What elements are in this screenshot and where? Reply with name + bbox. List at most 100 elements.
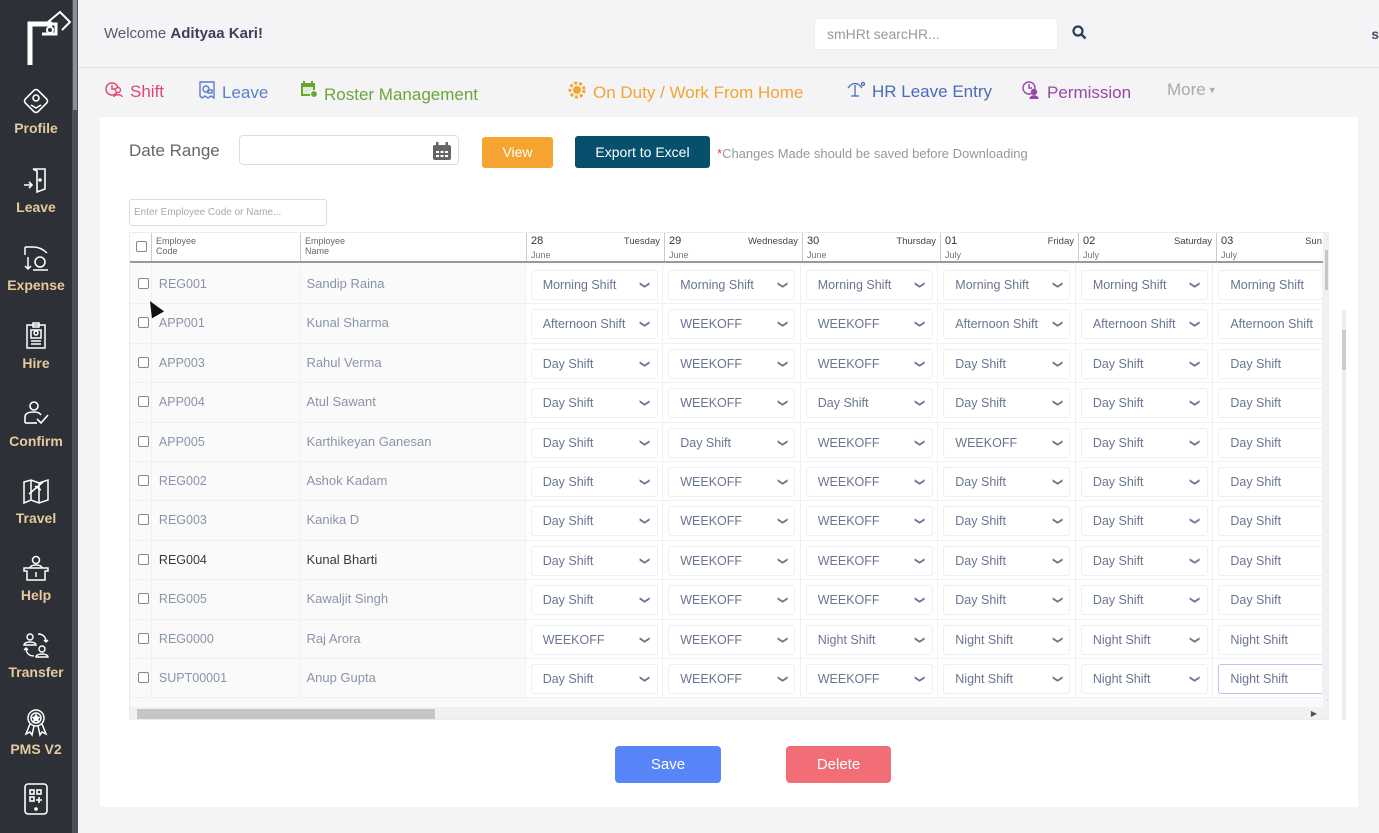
shift-select[interactable]: WEEKOFF ❯ — [805, 466, 933, 497]
shift-select[interactable]: Morning Shift ❯ — [943, 270, 1071, 300]
shift-select[interactable]: Day Shift ❯ — [943, 506, 1071, 537]
scroll-right-arrow-icon[interactable]: ▶ — [1311, 709, 1317, 718]
app-logo[interactable] — [22, 10, 72, 68]
tab-hr-leave-entry[interactable]: HR Leave Entry — [846, 80, 992, 103]
shift-select[interactable]: WEEKOFF ❯ — [668, 585, 796, 616]
shift-select[interactable]: WEEKOFF ❯ — [668, 506, 796, 537]
shift-select[interactable]: Night Shift — [1218, 663, 1322, 694]
shift-select[interactable]: WEEKOFF ❯ — [805, 427, 933, 458]
employee-search-input[interactable]: Enter Employee Code or Name... — [129, 199, 327, 226]
shift-select[interactable]: Day Shift ❯ — [943, 348, 1071, 379]
sidebar-item-expense[interactable]: Expense — [0, 243, 72, 293]
shift-select[interactable]: Day Shift ❯ — [530, 348, 658, 379]
shift-select[interactable]: WEEKOFF ❯ — [530, 624, 658, 655]
select-all-checkbox[interactable] — [136, 241, 147, 252]
sidebar-item-leave[interactable]: Leave — [0, 165, 72, 215]
shift-select[interactable]: Afternoon Shift ❯ — [530, 309, 658, 340]
shift-select[interactable]: WEEKOFF ❯ — [805, 309, 933, 340]
row-checkbox[interactable] — [138, 396, 149, 408]
shift-select[interactable]: WEEKOFF ❯ — [805, 545, 933, 576]
shift-select[interactable]: WEEKOFF ❯ — [805, 506, 933, 537]
search-icon[interactable] — [1072, 25, 1087, 45]
shift-select[interactable]: Day Shift ❯ — [530, 388, 658, 419]
shift-select[interactable]: WEEKOFF ❯ — [668, 309, 796, 340]
sidebar-item-transfer[interactable]: Transfer — [0, 630, 72, 680]
shift-select[interactable]: Day Shift ❯ — [943, 466, 1071, 497]
shift-select[interactable]: Day Shift ❯ — [530, 663, 658, 694]
sidebar-item-calculator[interactable] — [0, 782, 72, 820]
scroll-down-arrow-icon[interactable]: ▼ — [1326, 698, 1328, 705]
tab-leave[interactable]: Leave — [198, 80, 268, 105]
shift-select[interactable]: Day Shift ❯ — [1080, 466, 1208, 497]
shift-select[interactable]: WEEKOFF ❯ — [805, 663, 933, 694]
shift-select[interactable]: Morning Shift ❯ — [668, 270, 796, 300]
user-menu[interactable]: s — [1371, 26, 1379, 42]
export-to-excel-button[interactable]: Export to Excel — [575, 136, 710, 168]
sidebar-item-hire[interactable]: Hire — [0, 321, 72, 371]
shift-select[interactable]: Day Shift — [1218, 466, 1322, 497]
date-range-input[interactable] — [239, 135, 459, 165]
shift-select[interactable]: Day Shift — [1218, 388, 1322, 419]
shift-select[interactable]: Day Shift ❯ — [1080, 545, 1208, 576]
global-search-input[interactable]: smHRt searcHR... — [814, 18, 1058, 50]
shift-select[interactable]: Day Shift ❯ — [1080, 388, 1208, 419]
scroll-up-arrow-icon[interactable]: ▲ — [1326, 235, 1328, 242]
shift-select[interactable]: Afternoon Shift ❯ — [943, 309, 1071, 340]
header-employee-name[interactable]: Employee Name — [301, 233, 527, 261]
shift-select[interactable]: Day Shift ❯ — [1080, 585, 1208, 616]
grid-vertical-scrollbar[interactable]: ▲ ▼ — [1323, 233, 1328, 707]
row-checkbox[interactable] — [138, 317, 149, 329]
shift-select[interactable]: Day Shift — [1218, 506, 1322, 537]
shift-select[interactable]: Day Shift ❯ — [943, 388, 1071, 419]
shift-select[interactable]: Day Shift ❯ — [805, 388, 933, 419]
shift-select[interactable]: Day Shift — [1218, 348, 1322, 379]
shift-select[interactable]: Night Shift ❯ — [943, 663, 1071, 694]
shift-select[interactable]: Day Shift ❯ — [943, 585, 1071, 616]
shift-select[interactable]: WEEKOFF ❯ — [805, 585, 933, 616]
shift-select[interactable]: WEEKOFF ❯ — [668, 663, 796, 694]
shift-select[interactable]: Morning Shift ❯ — [530, 270, 658, 300]
grid-horizontal-scrollbar[interactable]: ▶ — [130, 707, 1328, 719]
row-checkbox[interactable] — [138, 474, 149, 486]
shift-select[interactable]: Day Shift ❯ — [530, 466, 658, 497]
shift-select[interactable]: Morning Shift ❯ — [805, 270, 933, 300]
sidebar-item-confirm[interactable]: Confirm — [0, 399, 72, 449]
grid-horizontal-scroll-thumb[interactable] — [137, 709, 435, 719]
row-checkbox[interactable] — [138, 632, 149, 644]
shift-select[interactable]: Night Shift ❯ — [1080, 624, 1208, 655]
sidebar-scrollbar[interactable] — [72, 0, 78, 833]
shift-select[interactable]: Day Shift — [1218, 585, 1322, 616]
shift-select[interactable]: WEEKOFF ❯ — [668, 466, 796, 497]
sidebar-item-pms-v2[interactable]: PMS V2 — [0, 707, 72, 757]
sidebar-item-travel[interactable]: Travel — [0, 476, 72, 526]
row-checkbox[interactable] — [138, 356, 149, 368]
shift-select[interactable]: Day Shift ❯ — [530, 427, 658, 458]
shift-select[interactable]: Night Shift ❯ — [805, 624, 933, 655]
tab-on-duty-wfh[interactable]: On Duty / Work From Home — [567, 80, 803, 105]
shift-select[interactable]: Day Shift ❯ — [1080, 506, 1208, 537]
shift-select[interactable]: WEEKOFF ❯ — [668, 388, 796, 419]
shift-select[interactable]: Afternoon Shift ❯ — [1080, 309, 1208, 340]
shift-select[interactable]: WEEKOFF ❯ — [668, 624, 796, 655]
shift-select[interactable]: WEEKOFF ❯ — [668, 348, 796, 379]
tab-permission[interactable]: Permission — [1021, 80, 1131, 105]
shift-select[interactable]: WEEKOFF ❯ — [943, 427, 1071, 458]
shift-select[interactable]: Day Shift ❯ — [530, 585, 658, 616]
header-employee-code[interactable]: Employee Code — [152, 233, 301, 261]
row-checkbox[interactable] — [138, 514, 149, 526]
grid-vertical-scroll-thumb[interactable] — [1325, 250, 1328, 290]
shift-select[interactable]: Day Shift — [1218, 427, 1322, 458]
row-checkbox[interactable] — [138, 593, 149, 605]
sidebar-item-profile[interactable]: Profile — [0, 86, 72, 136]
tab-shift[interactable]: Shift — [104, 80, 164, 103]
shift-select[interactable]: WEEKOFF ❯ — [668, 545, 796, 576]
shift-select[interactable]: WEEKOFF ❯ — [805, 348, 933, 379]
shift-select[interactable]: Day Shift ❯ — [1080, 348, 1208, 379]
shift-select[interactable]: Night Shift ❯ — [943, 624, 1071, 655]
tab-more-dropdown[interactable]: More ▼ — [1167, 80, 1217, 100]
view-button[interactable]: View — [482, 137, 553, 168]
calendar-icon[interactable] — [432, 141, 452, 166]
tab-roster-management[interactable]: Roster Management — [300, 80, 478, 104]
sidebar-item-help[interactable]: Help — [0, 553, 72, 603]
shift-select[interactable]: Morning Shift ❯ — [1080, 270, 1208, 300]
